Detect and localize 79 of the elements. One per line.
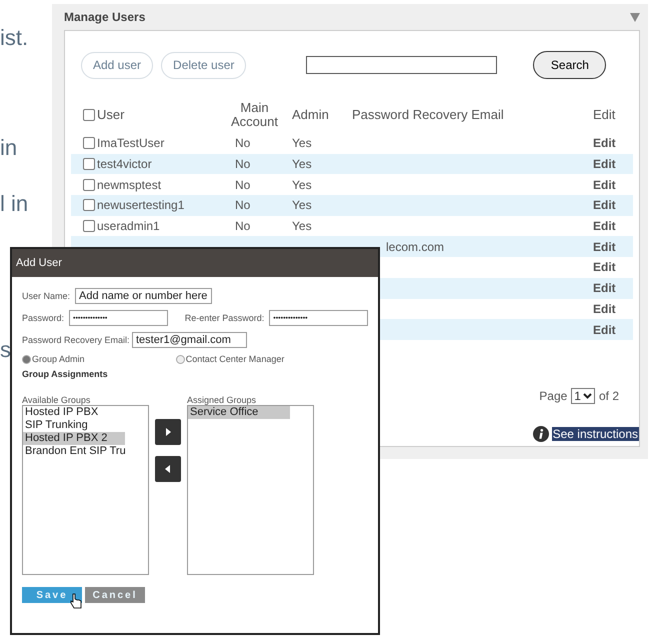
- user-cell-text: ImaTestUser: [97, 136, 166, 150]
- column-header: Edit: [593, 108, 616, 122]
- cut-text: ist.: [0, 25, 28, 51]
- edit-link[interactable]: Edit: [593, 157, 633, 172]
- pill-button[interactable]: Add user: [81, 52, 154, 78]
- admin-cell-text: Yes: [292, 157, 313, 172]
- radio-button[interactable]: [22, 354, 31, 364]
- page-total: of 2: [598, 389, 619, 403]
- edit-link[interactable]: Edit: [593, 240, 633, 254]
- cut-text: in: [0, 135, 18, 161]
- page-label: Page: [539, 389, 568, 403]
- checkbox[interactable]: [83, 220, 95, 232]
- pill-button[interactable]: Delete user: [161, 52, 246, 78]
- edit-link[interactable]: Edit: [593, 219, 633, 234]
- radio-button[interactable]: [176, 354, 185, 364]
- triangle-left-icon: [165, 465, 171, 473]
- field-label: User Name:: [22, 291, 70, 301]
- page-select[interactable]: 1: [571, 388, 595, 404]
- radio-label: Group Admin: [32, 354, 85, 364]
- admin-cell-text: Yes: [292, 178, 313, 192]
- column-header: Password Recovery Email: [352, 108, 505, 122]
- user-cell-text: newmsptest: [97, 178, 162, 192]
- edit-link[interactable]: Edit: [593, 136, 633, 150]
- move-left-button[interactable]: [155, 456, 181, 482]
- user-name-field[interactable]: Add name or number here: [75, 288, 212, 304]
- checkbox[interactable]: [83, 178, 95, 191]
- user-cell-text: test4victor: [97, 157, 153, 172]
- list-label: Available Groups: [22, 395, 92, 405]
- column-header: Main Account: [230, 101, 279, 129]
- info-icon: [532, 426, 549, 442]
- admin-cell-text: Yes: [292, 198, 313, 212]
- column-header: User: [97, 108, 126, 122]
- panel-title: Manage Users: [64, 10, 146, 24]
- field-label: Re-enter Password:: [184, 313, 264, 323]
- user-cell-text: useradmin1: [97, 219, 161, 234]
- edit-link[interactable]: Edit: [593, 198, 633, 212]
- checkbox[interactable]: [83, 137, 95, 150]
- dialog-title-bar: Add User: [12, 249, 378, 277]
- main-account-cell-text: No: [234, 157, 252, 172]
- checkbox[interactable]: [83, 109, 95, 121]
- radio-label: Contact Center Manager: [186, 354, 284, 364]
- list-item[interactable]: SIP Trunking: [23, 419, 125, 432]
- field-label: Password Recovery Email:: [22, 335, 127, 345]
- instructions-link[interactable]: See instructions: [552, 427, 639, 441]
- email-cell-text: lecom.com: [385, 240, 446, 254]
- email-field[interactable]: tester1@gmail.com: [132, 332, 247, 348]
- admin-cell-text: Yes: [292, 219, 313, 234]
- collapse-icon[interactable]: [630, 12, 640, 22]
- list-item[interactable]: Brandon Ent SIP Tru: [23, 445, 126, 458]
- triangle-right-icon: [165, 428, 171, 436]
- checkbox[interactable]: [83, 199, 95, 212]
- edit-link[interactable]: Edit: [593, 178, 633, 192]
- cut-text: s: [0, 337, 11, 363]
- admin-cell-text: Yes: [292, 136, 313, 150]
- list-item[interactable]: Hosted IP PBX 2: [23, 432, 125, 445]
- section-title: Group Assignments: [22, 369, 109, 379]
- search-button[interactable]: Search: [533, 51, 606, 79]
- edit-link[interactable]: Edit: [593, 322, 633, 337]
- available-groups-list[interactable]: Hosted IP PBX SIP Trunking Hosted IP PBX 2 Brandon Ent SIP Tru: [22, 405, 149, 575]
- main-account-cell-text: No: [234, 198, 252, 212]
- main-account-cell-text: No: [234, 136, 252, 150]
- column-header: Admin: [292, 108, 330, 122]
- hand-cursor-icon: [70, 593, 82, 609]
- checkbox[interactable]: [83, 158, 95, 170]
- main-account-cell-text: No: [234, 178, 252, 192]
- field-label: Password:: [22, 313, 64, 323]
- move-right-button[interactable]: [155, 419, 181, 445]
- list-label: Assigned Groups: [187, 395, 258, 405]
- cut-text: l in: [0, 191, 28, 217]
- main-account-cell-text: No: [234, 219, 252, 234]
- list-item[interactable]: Service Office: [188, 406, 290, 419]
- user-cell-text: newusertesting1: [97, 198, 186, 212]
- assigned-groups-list[interactable]: Service Office: [187, 405, 314, 575]
- chevron-down-icon: [582, 393, 592, 399]
- edit-link[interactable]: Edit: [593, 281, 633, 296]
- search-field[interactable]: [306, 56, 498, 74]
- edit-link[interactable]: Edit: [593, 302, 633, 316]
- edit-link[interactable]: Edit: [593, 260, 633, 274]
- list-item[interactable]: Hosted IP PBX: [23, 406, 125, 419]
